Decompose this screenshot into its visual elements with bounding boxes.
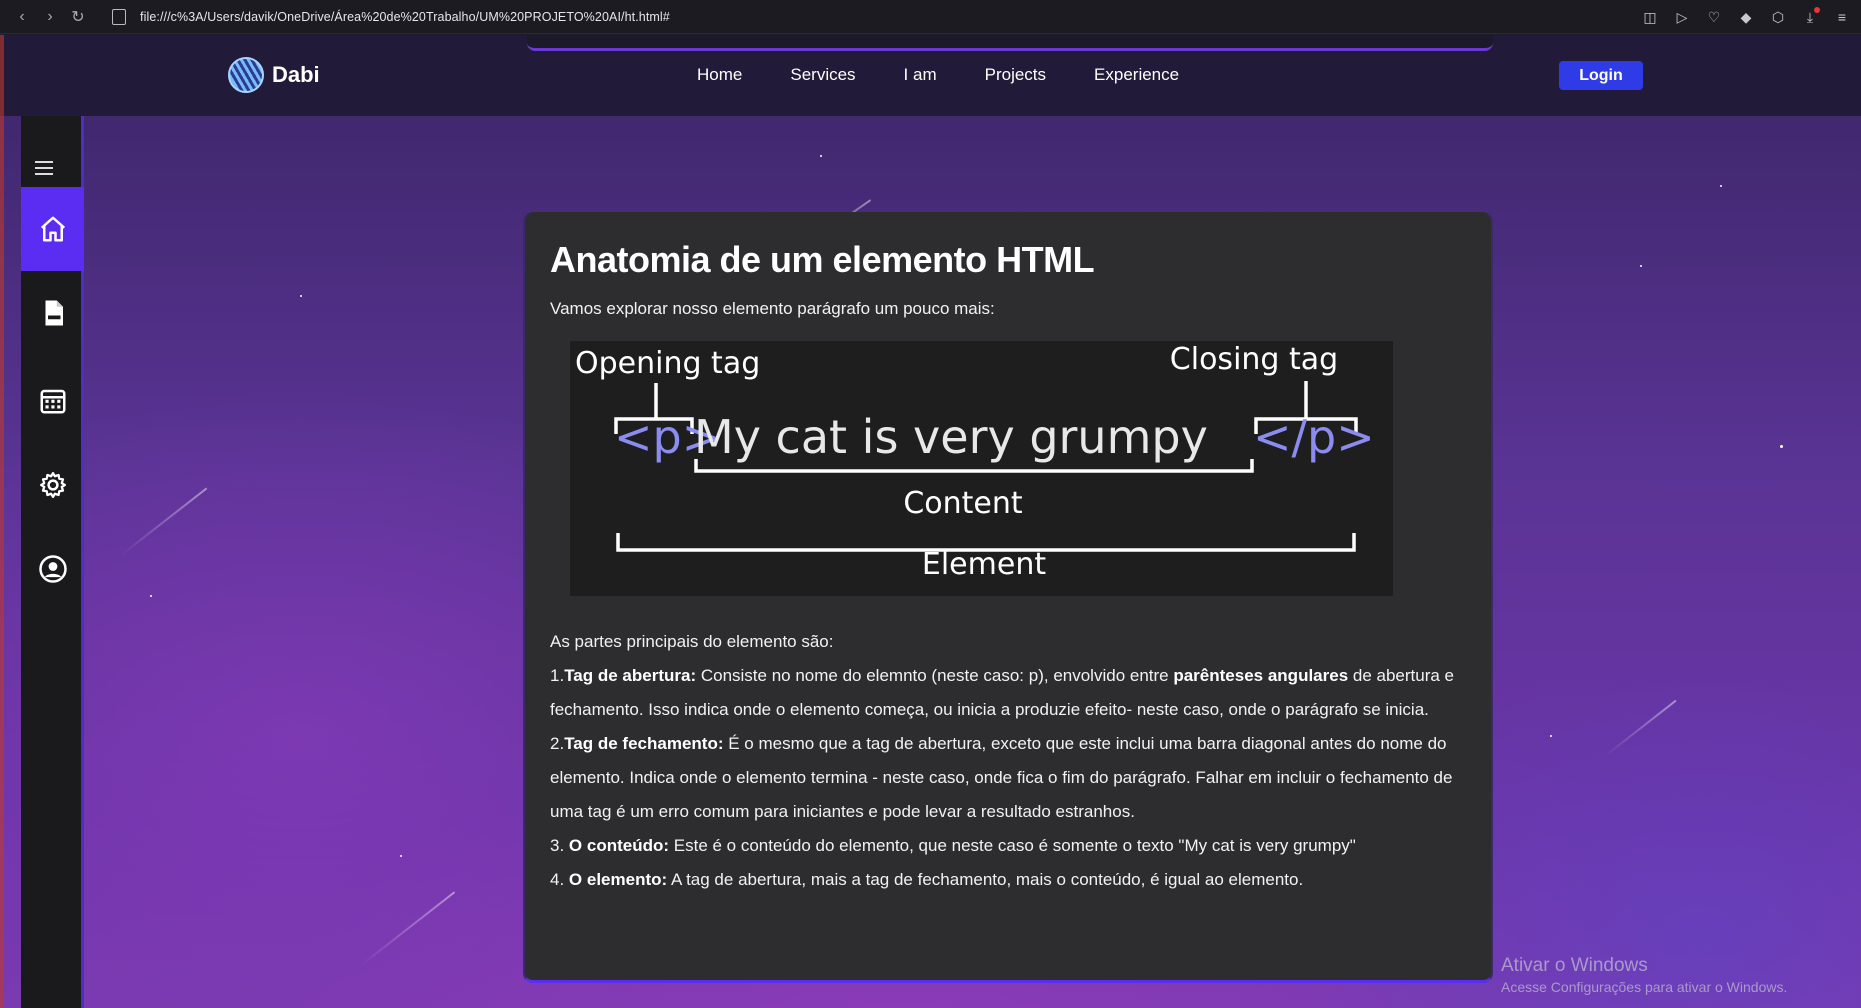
calendar-icon xyxy=(40,389,65,414)
reload-icon[interactable]: ↻ xyxy=(64,3,92,31)
star xyxy=(1780,445,1783,448)
login-button[interactable]: Login xyxy=(1559,61,1643,90)
part-2: 2.Tag de fechamento: É o mesmo que a tag… xyxy=(550,734,1453,821)
star xyxy=(300,295,302,297)
sidebar-item-html[interactable] xyxy=(21,271,84,355)
page-icon xyxy=(112,8,126,25)
part-3: 3. O conteúdo: Este é o conteúdo do elem… xyxy=(550,836,1356,855)
menu-icon[interactable]: ≡ xyxy=(1833,9,1851,25)
browser-toolbar: ‹ › ↻ file:///c%3A/Users/davik/OneDrive/… xyxy=(0,0,1861,34)
part-4: 4. O elemento: A tag de abertura, mais a… xyxy=(550,870,1304,889)
part-1: 1.Tag de abertura: Consiste no nome do e… xyxy=(550,666,1455,719)
sidebar xyxy=(21,116,84,1008)
star xyxy=(150,595,152,597)
content-label: Content xyxy=(903,486,1023,521)
closing-tag-label: Closing tag xyxy=(1170,342,1338,377)
star xyxy=(1720,185,1722,187)
watermark-title: Ativar o Windows xyxy=(1501,955,1648,976)
intro-text: Vamos explorar nosso elemento parágrafo … xyxy=(550,299,995,318)
browser-actions: ◫ ▷ ♡ ◆ ⬡ ⤓ ≡ xyxy=(1641,0,1851,34)
main-menu: Home Services I am Projects Experience xyxy=(697,65,1179,85)
close-tag-code: </p> xyxy=(1253,410,1375,464)
windows-activation-watermark: Ativar o Windows Acesse Configurações pa… xyxy=(1501,955,1787,995)
element-label: Element xyxy=(922,547,1046,582)
hamburger-icon[interactable] xyxy=(35,161,53,175)
sidebar-item-settings[interactable] xyxy=(21,443,84,527)
address-bar[interactable]: file:///c%3A/Users/davik/OneDrive/Área%2… xyxy=(140,10,670,24)
brand[interactable]: Dabi xyxy=(228,57,320,93)
watermark-subtitle: Acesse Configurações para ativar o Windo… xyxy=(1501,979,1788,995)
send-icon[interactable]: ▷ xyxy=(1673,9,1691,26)
heart-icon[interactable]: ♡ xyxy=(1705,9,1723,26)
extension-icon[interactable]: ◆ xyxy=(1737,9,1755,26)
html-anatomy-diagram: Opening tag Closing tag <p> My cat is ve… xyxy=(570,341,1393,596)
home-icon xyxy=(40,216,65,242)
star xyxy=(400,855,402,857)
nav-projects[interactable]: Projects xyxy=(985,65,1046,85)
html-file-icon xyxy=(45,300,63,326)
shooting-star xyxy=(1604,699,1677,757)
logo-icon xyxy=(228,57,264,93)
nav-experience[interactable]: Experience xyxy=(1094,65,1179,85)
gear-icon xyxy=(39,472,66,498)
camera-icon[interactable]: ◫ xyxy=(1641,9,1659,26)
opening-tag-label: Opening tag xyxy=(575,346,760,381)
back-icon[interactable]: ‹ xyxy=(8,3,36,31)
navbar-accent xyxy=(527,35,1493,51)
download-icon[interactable]: ⤓ xyxy=(1801,6,1820,26)
sidebar-item-home[interactable] xyxy=(21,187,84,271)
box-icon[interactable]: ⬡ xyxy=(1769,9,1787,26)
brand-name: Dabi xyxy=(272,62,320,87)
forward-icon[interactable]: › xyxy=(36,3,64,31)
page-title: Anatomia de um elemento HTML xyxy=(550,239,1095,280)
nav-services[interactable]: Services xyxy=(790,65,855,85)
star xyxy=(1550,735,1552,737)
content-code: My cat is very grumpy xyxy=(694,410,1208,464)
content-card: Anatomia de um elemento HTML Vamos explo… xyxy=(523,212,1493,983)
parts-heading: As partes principais do elemento são: xyxy=(550,632,834,651)
star xyxy=(820,155,822,157)
shooting-star xyxy=(119,487,208,557)
nav-i-am[interactable]: I am xyxy=(904,65,937,85)
shooting-star xyxy=(359,891,456,967)
window-edge xyxy=(0,35,4,1008)
star xyxy=(1640,265,1642,267)
top-navbar: Dabi Home Services I am Projects Experie… xyxy=(0,35,1861,116)
nav-home[interactable]: Home xyxy=(697,65,742,85)
sidebar-item-profile[interactable] xyxy=(21,527,84,611)
page-background: Dabi Home Services I am Projects Experie… xyxy=(0,35,1861,1008)
user-icon xyxy=(38,555,67,583)
parts-description: As partes principais do elemento são: 1.… xyxy=(550,625,1480,897)
sidebar-item-calendar[interactable] xyxy=(21,359,84,443)
